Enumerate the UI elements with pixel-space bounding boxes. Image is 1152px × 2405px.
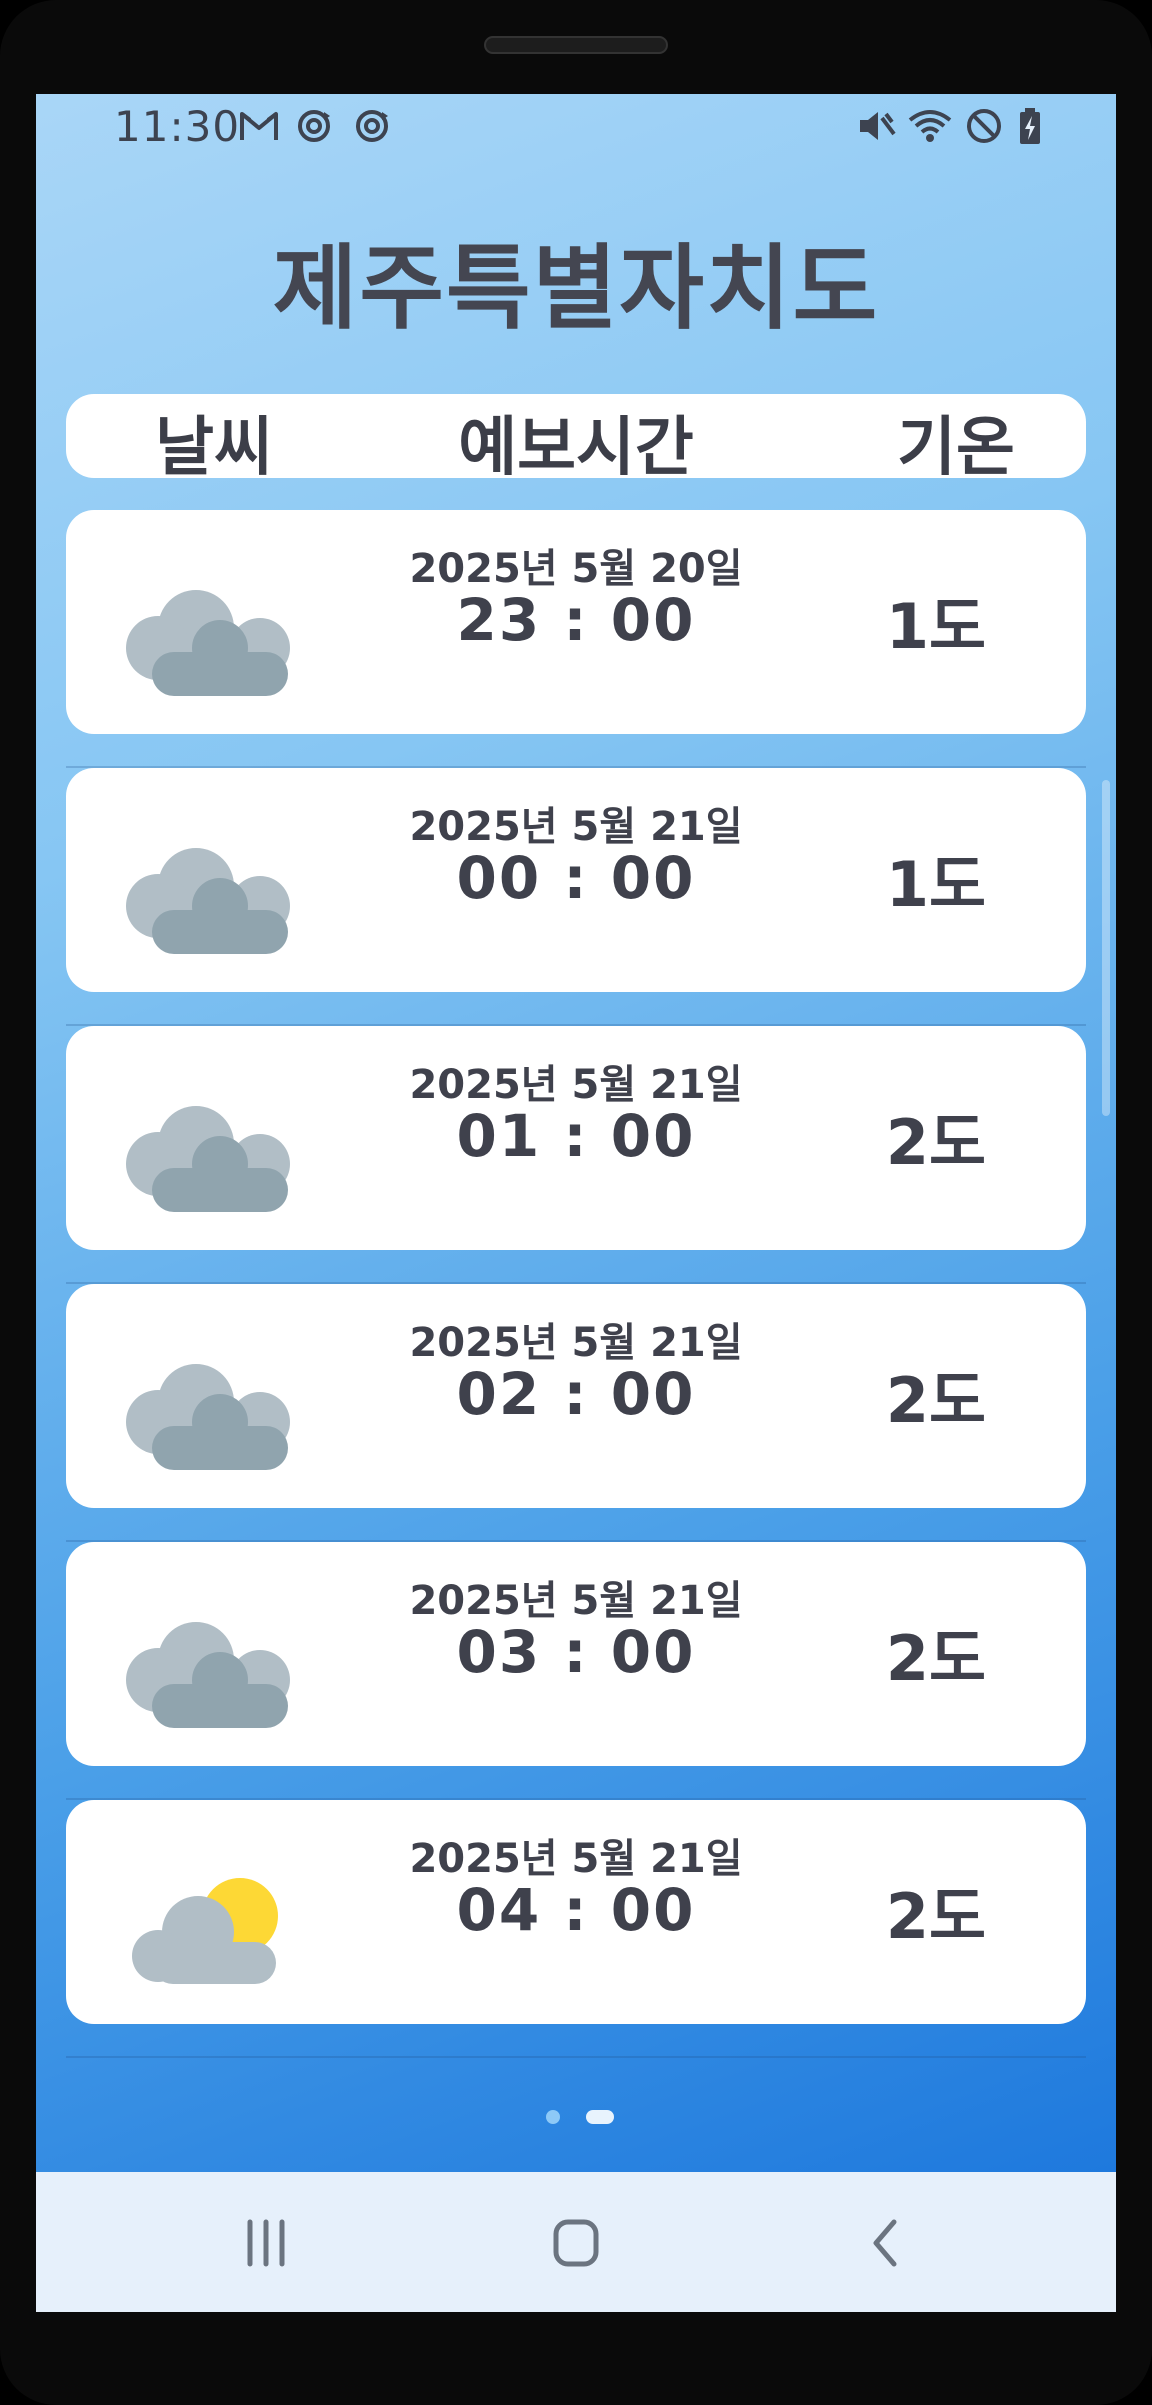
header-weather: 날씨 (155, 411, 273, 485)
sync-icon (356, 110, 388, 142)
page-title: 제주특별자치도 (272, 235, 880, 342)
mute-icon (860, 112, 896, 140)
temperature-value: 2도 (885, 1880, 987, 1953)
temperature-value: 1도 (885, 848, 987, 921)
app-screen: 11:30 제주특별자치도 날씨 예보시간 기온 2025년 5월 20일 23… (36, 94, 1116, 2312)
list-item[interactable]: 2025년 5월 20일 23 : 00 1도 (66, 510, 1086, 734)
earpiece-speaker (484, 36, 668, 54)
list-item[interactable]: 2025년 5월 21일 02 : 00 2도 (66, 1284, 1086, 1508)
do-not-disturb-icon (967, 109, 1001, 143)
page-dot[interactable] (546, 2110, 560, 2124)
list-item[interactable]: 2025년 5월 21일 01 : 00 2도 (66, 1026, 1086, 1250)
sync-icon (298, 110, 330, 142)
status-time: 11:30 (114, 102, 241, 151)
temperature-value: 1도 (885, 590, 987, 663)
gmail-icon (240, 112, 278, 140)
navigation-bar (36, 2172, 1116, 2312)
list-item[interactable]: 2025년 5월 21일 03 : 00 2도 (66, 1542, 1086, 1766)
scrollbar[interactable] (1102, 780, 1110, 1116)
home-icon[interactable] (536, 2208, 616, 2278)
status-bar: 11:30 (36, 94, 1116, 164)
wifi-icon (908, 110, 952, 142)
header-forecast-time: 예보시간 (458, 411, 694, 485)
page-indicator (36, 2106, 1116, 2126)
list-item[interactable]: 2025년 5월 21일 04 : 00 2도 (66, 1800, 1086, 2024)
list-item[interactable]: 2025년 5월 21일 00 : 00 1도 (66, 768, 1086, 992)
temperature-value: 2도 (885, 1106, 987, 1179)
battery-charging-icon (1020, 108, 1040, 144)
recent-apps-icon[interactable] (226, 2208, 306, 2278)
phone-frame: 11:30 제주특별자치도 날씨 예보시간 기온 2025년 5월 20일 23… (0, 0, 1152, 2405)
temperature-value: 2도 (885, 1364, 987, 1437)
header-temperature: 기온 (897, 411, 1015, 485)
back-icon[interactable] (846, 2208, 926, 2278)
page-dot-active[interactable] (586, 2110, 614, 2124)
temperature-value: 2도 (885, 1622, 987, 1695)
table-header: 날씨 예보시간 기온 (66, 394, 1086, 485)
row-divider (66, 2056, 1086, 2058)
